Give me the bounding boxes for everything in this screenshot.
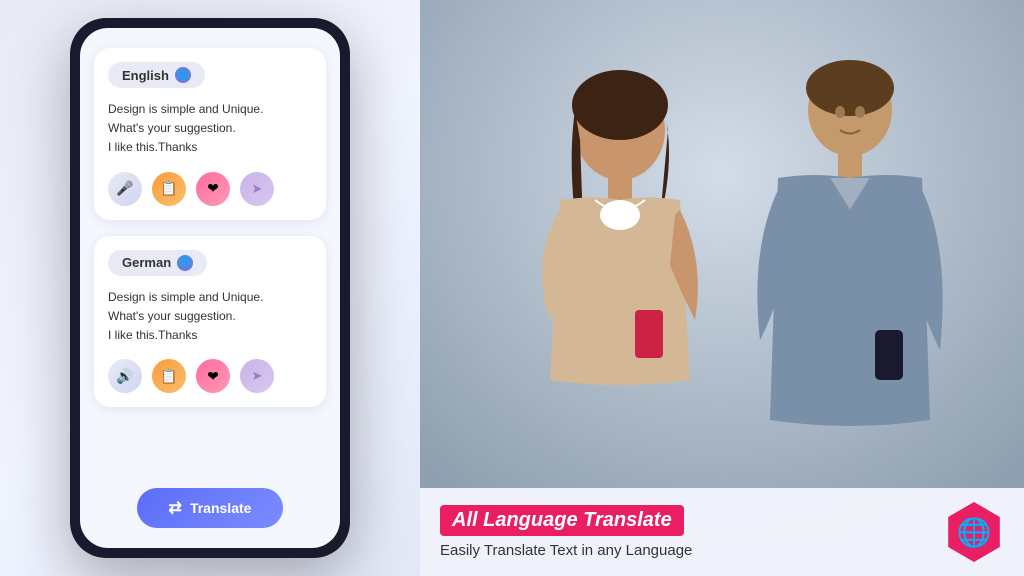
- target-share-button[interactable]: ➤: [240, 359, 274, 393]
- target-language-pill[interactable]: German 🌐: [108, 250, 207, 276]
- right-panel: All Language Translate Easily Translate …: [420, 0, 1024, 576]
- left-panel: English 🌐 Design is simple and Unique. W…: [0, 0, 420, 576]
- favorite-button[interactable]: ❤: [196, 172, 230, 206]
- source-lang-selector[interactable]: English 🌐: [108, 62, 312, 88]
- share-icon: ➤: [252, 181, 263, 197]
- globe-hexagon-icon: 🌐: [944, 502, 1004, 562]
- target-text: Design is simple and Unique. What's your…: [108, 288, 312, 346]
- target-copy-button[interactable]: 📋: [152, 359, 186, 393]
- target-card: German 🌐 Design is simple and Unique. Wh…: [94, 236, 326, 408]
- bottom-banner: All Language Translate Easily Translate …: [420, 488, 1024, 576]
- banner-title: All Language Translate: [440, 505, 684, 536]
- translate-button[interactable]: ⇄ Translate: [137, 488, 284, 528]
- translate-icon: ⇄: [169, 498, 182, 518]
- target-share-icon: ➤: [252, 368, 263, 384]
- banner-subtitle: Easily Translate Text in any Language: [440, 542, 928, 559]
- share-button[interactable]: ➤: [240, 172, 274, 206]
- target-favorite-button[interactable]: ❤: [196, 359, 230, 393]
- translate-button-container: ⇄ Translate: [94, 484, 326, 528]
- heart-icon: ❤: [207, 180, 219, 197]
- source-action-buttons: 🎤 📋 ❤ ➤: [108, 172, 312, 206]
- target-copy-icon: 📋: [160, 368, 177, 385]
- source-text: Design is simple and Unique. What's your…: [108, 100, 312, 158]
- source-globe-icon: 🌐: [175, 67, 191, 83]
- target-heart-icon: ❤: [207, 368, 219, 385]
- banner-text-block: All Language Translate Easily Translate …: [440, 505, 928, 559]
- target-speaker-button[interactable]: 🔊: [108, 359, 142, 393]
- target-lang-selector[interactable]: German 🌐: [108, 250, 312, 276]
- banner-logo: 🌐: [944, 502, 1004, 562]
- copy-icon: 📋: [160, 180, 177, 197]
- source-language-label: English: [122, 68, 169, 83]
- copy-button[interactable]: 📋: [152, 172, 186, 206]
- mic-icon: 🎤: [116, 180, 133, 197]
- source-card: English 🌐 Design is simple and Unique. W…: [94, 48, 326, 220]
- mic-button[interactable]: 🎤: [108, 172, 142, 206]
- phone-screen: English 🌐 Design is simple and Unique. W…: [80, 28, 340, 548]
- target-action-buttons: 🔊 📋 ❤ ➤: [108, 359, 312, 393]
- target-globe-icon: 🌐: [177, 255, 193, 271]
- source-language-pill[interactable]: English 🌐: [108, 62, 205, 88]
- target-language-label: German: [122, 255, 171, 270]
- phone-mockup: English 🌐 Design is simple and Unique. W…: [70, 18, 350, 558]
- translate-button-label: Translate: [190, 500, 251, 516]
- speaker-icon: 🔊: [116, 368, 133, 385]
